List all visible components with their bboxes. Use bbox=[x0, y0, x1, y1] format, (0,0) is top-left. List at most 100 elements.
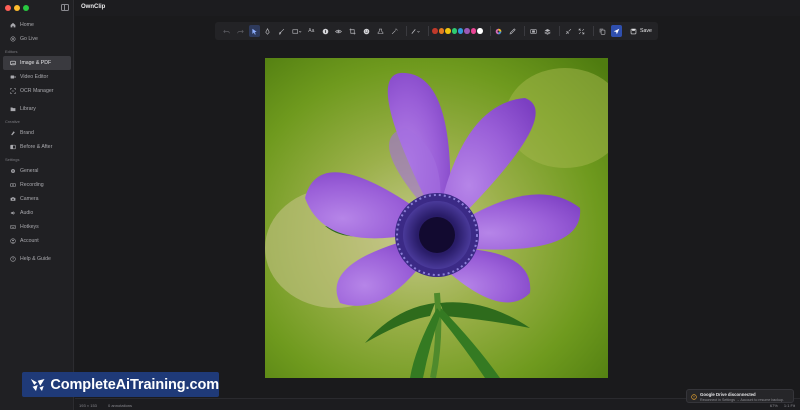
anemone-flower-image bbox=[265, 58, 608, 378]
section-editors-title: Editors bbox=[5, 49, 18, 54]
sidebar-item-help-guide[interactable]: Help & Guide bbox=[3, 252, 71, 266]
undo-button[interactable] bbox=[221, 25, 232, 37]
sidebar-item-camera[interactable]: Camera bbox=[3, 192, 71, 206]
color-picker-button[interactable] bbox=[494, 25, 505, 37]
section-settings-title: Settings bbox=[5, 157, 20, 162]
sidebar-item-go-live[interactable]: Go Live bbox=[3, 32, 71, 46]
window-controls bbox=[5, 5, 29, 11]
color-swatch-white[interactable] bbox=[477, 28, 483, 34]
smiley-icon bbox=[363, 28, 370, 34]
eye-icon bbox=[335, 29, 343, 33]
stroke-width-button[interactable] bbox=[410, 25, 423, 37]
crop-tool-button[interactable] bbox=[347, 25, 358, 37]
save-button[interactable]: Save bbox=[627, 25, 652, 37]
camera-icon bbox=[10, 196, 16, 202]
text-tool-button[interactable]: Aa bbox=[306, 25, 317, 37]
color-swatch-purple[interactable] bbox=[464, 28, 470, 34]
stamp-icon bbox=[377, 28, 384, 34]
redo-button[interactable] bbox=[235, 25, 246, 37]
color-wheel-icon bbox=[496, 28, 502, 34]
zoom-window-button[interactable] bbox=[23, 5, 29, 11]
save-label: Save bbox=[640, 28, 652, 34]
redo-icon bbox=[237, 29, 244, 33]
emoji-tool-button[interactable] bbox=[361, 25, 372, 37]
magic-wand-icon bbox=[391, 28, 398, 34]
sidebar-item-recording[interactable]: Recording bbox=[3, 178, 71, 192]
color-swatch-red[interactable] bbox=[432, 28, 438, 34]
magic-tool-button[interactable] bbox=[389, 25, 400, 37]
sidebar-item-video-editor[interactable]: Video Editor bbox=[3, 70, 71, 84]
eyedropper-icon bbox=[509, 27, 516, 34]
stroke-width-icon bbox=[411, 28, 420, 34]
folder-icon bbox=[10, 106, 16, 112]
sidebar-item-label: Image & PDF bbox=[20, 60, 52, 66]
fit-controls[interactable]: 1:1 Fit bbox=[784, 403, 795, 408]
edited-image[interactable] bbox=[265, 58, 608, 378]
brush-tool-button[interactable] bbox=[276, 25, 287, 37]
sidebar-item-before-after[interactable]: Before & After bbox=[3, 140, 71, 154]
color-swatch-pink[interactable] bbox=[470, 28, 477, 34]
sidebar-item-account[interactable]: Account bbox=[3, 234, 71, 248]
color-swatch-yellow[interactable] bbox=[445, 28, 451, 34]
sidebar-item-hotkeys[interactable]: Hotkeys bbox=[3, 220, 71, 234]
copy-button[interactable] bbox=[597, 25, 608, 37]
split-icon bbox=[10, 144, 16, 150]
number-badge-icon bbox=[322, 28, 328, 34]
zoom-level[interactable]: 67% bbox=[770, 403, 778, 408]
app-window: Home Go Live Editors Image & PDF Video E… bbox=[0, 0, 800, 410]
color-swatch-blue[interactable] bbox=[457, 28, 464, 34]
cursor-icon bbox=[252, 28, 257, 35]
video-icon bbox=[10, 74, 16, 80]
step-number-button[interactable] bbox=[320, 25, 331, 37]
color-swatch-green[interactable] bbox=[451, 28, 457, 34]
save-icon bbox=[627, 25, 639, 37]
minimize-window-button[interactable] bbox=[14, 5, 20, 11]
share-button[interactable] bbox=[611, 25, 622, 37]
watermark-logo-icon bbox=[30, 378, 45, 391]
annotation-count: 0 annotations bbox=[108, 403, 133, 408]
sidebar-item-home[interactable]: Home bbox=[3, 18, 71, 32]
sidebar-item-brand[interactable]: Brand bbox=[3, 126, 71, 140]
gear-icon bbox=[10, 168, 16, 174]
brush-icon bbox=[279, 28, 285, 35]
sidebar-item-label: Video Editor bbox=[20, 74, 49, 80]
background-button[interactable] bbox=[528, 25, 539, 37]
sidebar-item-library[interactable]: Library bbox=[3, 102, 71, 116]
audio-icon bbox=[10, 210, 16, 216]
select-tool-button[interactable] bbox=[248, 25, 260, 37]
background-icon bbox=[530, 28, 537, 34]
color-swatch-orange[interactable] bbox=[438, 28, 445, 34]
sidebar-item-image-pdf[interactable]: Image & PDF bbox=[3, 56, 71, 70]
brand-icon bbox=[10, 130, 16, 136]
send-icon bbox=[613, 28, 620, 34]
drive-disconnected-toast[interactable]: Google Drive disconnected Reconnect in S… bbox=[686, 389, 794, 403]
shrink-button[interactable] bbox=[563, 25, 574, 37]
layers-button[interactable] bbox=[542, 25, 553, 37]
watermark-text: CompleteAiTraining.com bbox=[50, 376, 219, 393]
shape-tool-button[interactable] bbox=[290, 25, 303, 37]
sidebar-toggle-icon[interactable] bbox=[61, 4, 69, 11]
toast-message: Reconnect in Settings → Account to resum… bbox=[700, 397, 784, 402]
expand-icon bbox=[579, 28, 585, 34]
sidebar-item-general[interactable]: General bbox=[3, 164, 71, 178]
layers-icon bbox=[544, 28, 551, 35]
blur-tool-button[interactable] bbox=[334, 25, 345, 37]
pen-icon bbox=[265, 27, 271, 35]
sidebar-item-label: Brand bbox=[20, 130, 34, 136]
sidebar-item-label: Hotkeys bbox=[20, 224, 39, 230]
close-window-button[interactable] bbox=[5, 5, 11, 11]
sidebar-item-label: OCR Manager bbox=[20, 88, 54, 94]
sidebar-item-label: Before & After bbox=[20, 144, 53, 150]
account-icon bbox=[10, 238, 16, 244]
collapse-icon bbox=[565, 28, 571, 34]
app-title: OwnClip bbox=[81, 4, 106, 10]
expand-button[interactable] bbox=[577, 25, 588, 37]
sidebar-item-audio[interactable]: Audio bbox=[3, 206, 71, 220]
stamp-tool-button[interactable] bbox=[375, 25, 386, 37]
broadcast-icon bbox=[10, 36, 16, 42]
sidebar-item-ocr-manager[interactable]: OCR Manager bbox=[3, 84, 71, 98]
eyedropper-button[interactable] bbox=[507, 25, 518, 37]
ocr-icon bbox=[10, 88, 16, 94]
sidebar-item-label: Recording bbox=[20, 182, 44, 188]
pen-tool-button[interactable] bbox=[263, 25, 274, 37]
